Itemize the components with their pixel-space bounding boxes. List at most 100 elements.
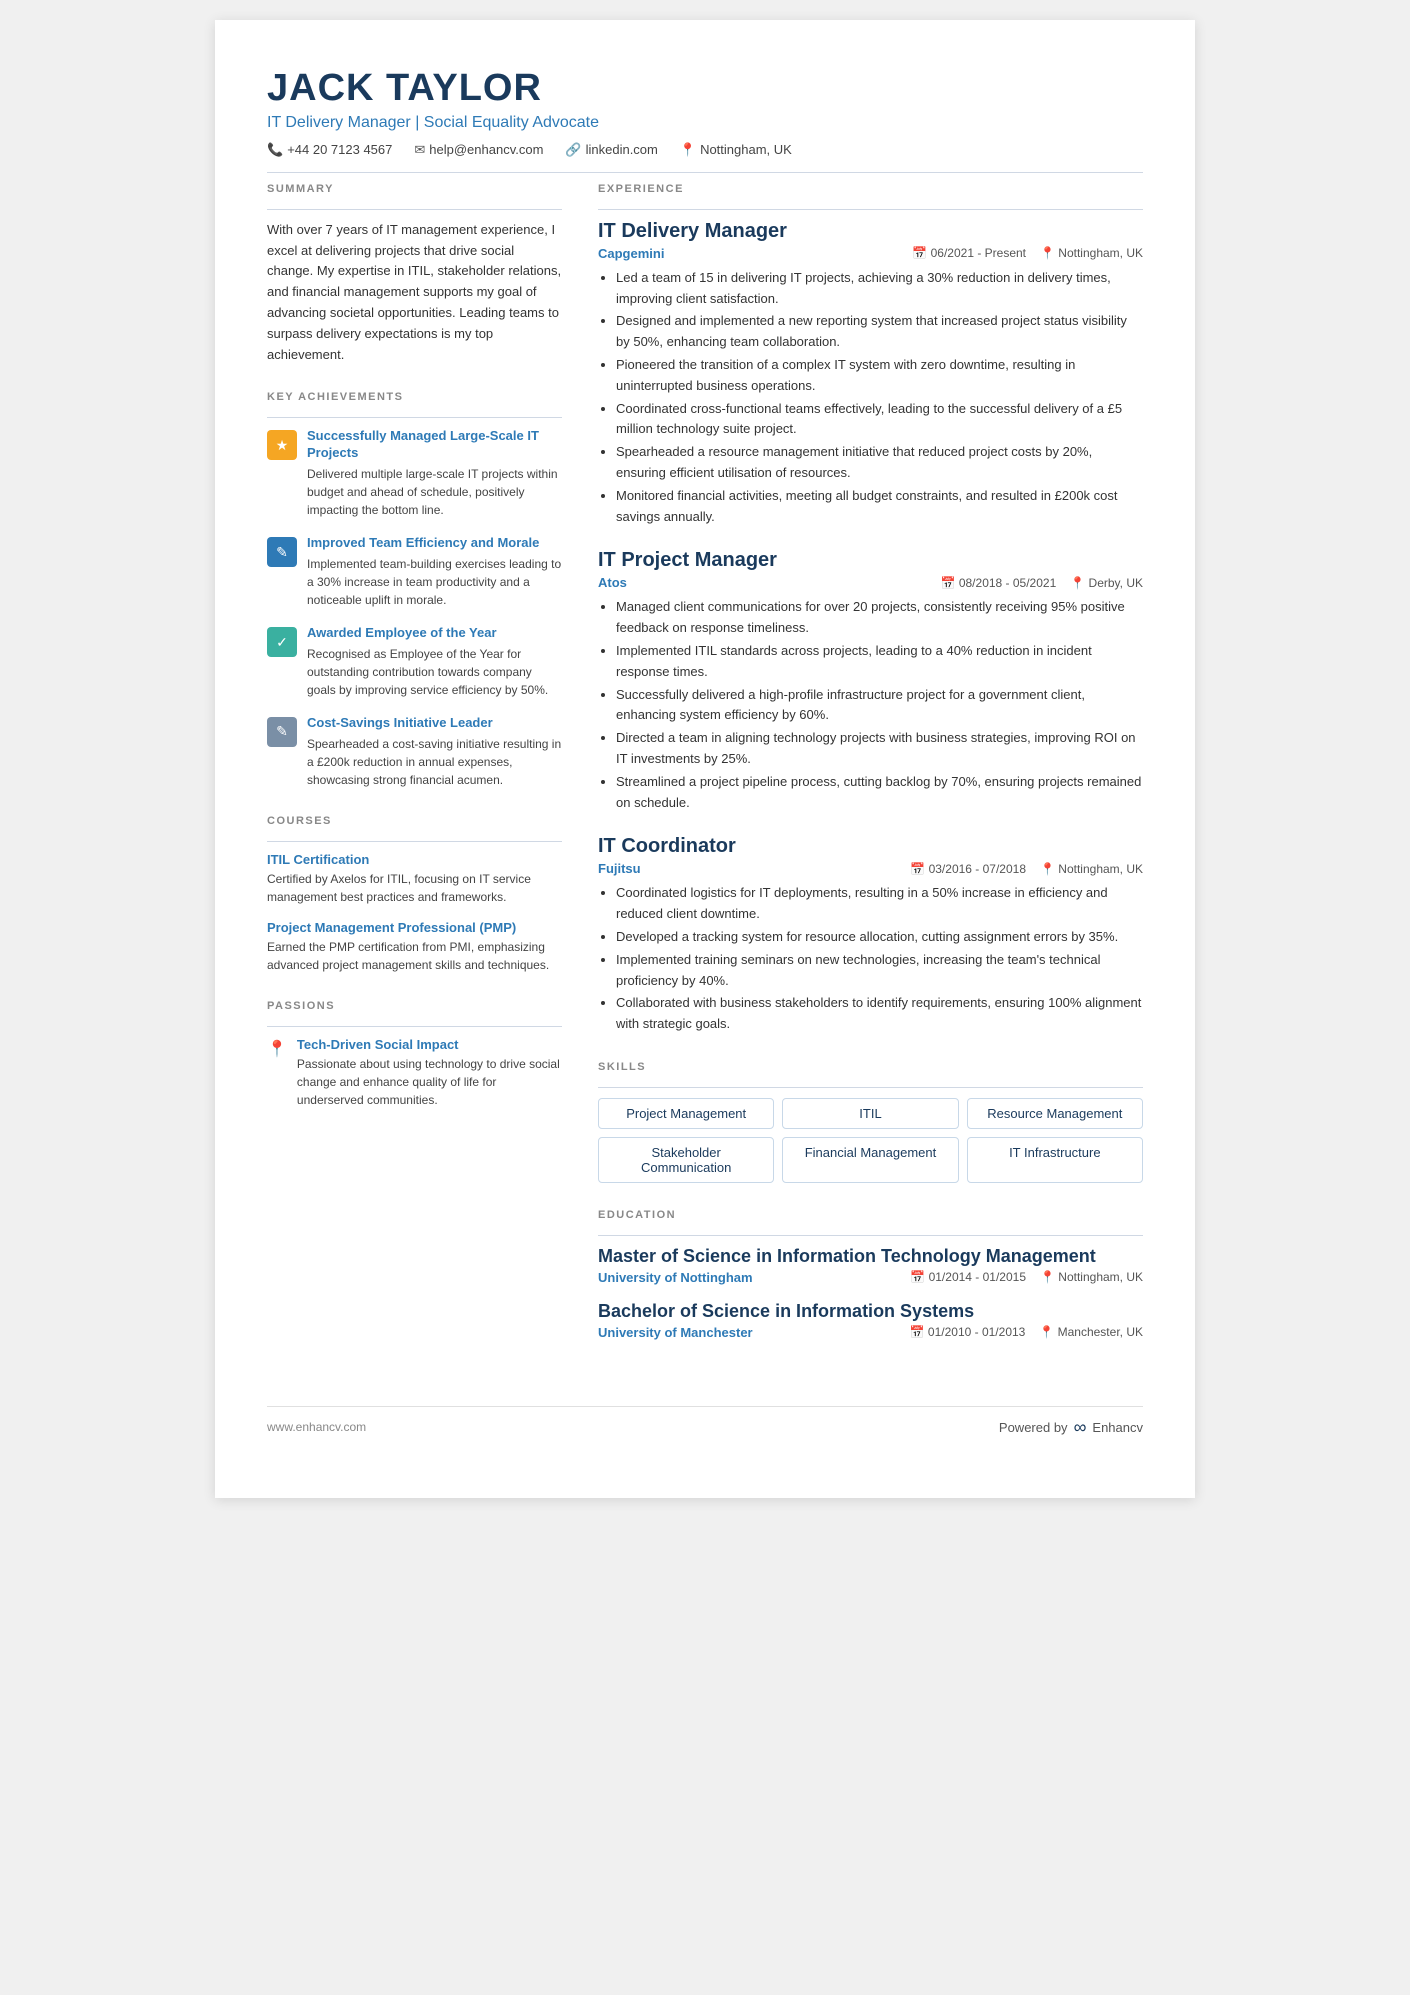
skills-grid: Project ManagementITILResource Managemen…	[598, 1098, 1143, 1183]
exp-bullets-list: Led a team of 15 in delivering IT projec…	[598, 268, 1143, 528]
exp-company: Atos	[598, 575, 627, 590]
candidate-name: JACK TAYLOR	[267, 68, 1143, 110]
skills-section: SKILLS Project ManagementITILResource Ma…	[598, 1061, 1143, 1183]
achievement-desc: Implemented team-building exercises lead…	[307, 555, 562, 609]
exp-dates: 📅 03/2016 - 07/2018	[910, 862, 1026, 876]
powered-by-text: Powered by	[999, 1420, 1068, 1435]
link-icon: 🔗	[565, 142, 581, 158]
achievement-desc: Spearheaded a cost-saving initiative res…	[307, 735, 562, 789]
skill-tag: Financial Management	[782, 1137, 958, 1183]
email-icon: ✉	[414, 142, 425, 158]
achievement-title: Awarded Employee of the Year	[307, 625, 562, 642]
exp-bullet: Designed and implemented a new reporting…	[616, 311, 1143, 353]
brand-name: Enhancv	[1092, 1420, 1143, 1435]
course-desc: Earned the PMP certification from PMI, e…	[267, 938, 562, 974]
exp-bullet: Managed client communications for over 2…	[616, 597, 1143, 639]
achievement-title: Cost-Savings Initiative Leader	[307, 715, 562, 732]
header-section: JACK TAYLOR IT Delivery Manager | Social…	[267, 68, 1143, 158]
education-divider	[598, 1235, 1143, 1236]
experience-divider	[598, 209, 1143, 210]
achievement-title: Improved Team Efficiency and Morale	[307, 535, 562, 552]
achievement-icon-wrap: ✓	[267, 627, 297, 657]
experience-item: IT Project Manager Atos 📅 08/2018 - 05/2…	[598, 549, 1143, 813]
experience-item: IT Coordinator Fujitsu 📅 03/2016 - 07/20…	[598, 835, 1143, 1035]
courses-list: ITIL Certification Certified by Axelos f…	[267, 852, 562, 974]
exp-dates-loc: 📅 08/2018 - 05/2021 📍 Derby, UK	[941, 576, 1143, 590]
passion-item: 📍 Tech-Driven Social Impact Passionate a…	[267, 1037, 562, 1109]
phone-contact: 📞 +44 20 7123 4567	[267, 142, 392, 158]
edu-location: 📍 Manchester, UK	[1039, 1325, 1143, 1339]
exp-dates-loc: 📅 06/2021 - Present 📍 Nottingham, UK	[912, 246, 1143, 260]
edu-dates-loc: 📅 01/2014 - 01/2015 📍 Nottingham, UK	[910, 1270, 1143, 1284]
edu-meta: University of Nottingham 📅 01/2014 - 01/…	[598, 1270, 1143, 1285]
course-item: Project Management Professional (PMP) Ea…	[267, 920, 562, 974]
passions-divider	[267, 1026, 562, 1027]
achievement-content: Awarded Employee of the Year Recognised …	[307, 625, 562, 699]
exp-bullets-list: Coordinated logistics for IT deployments…	[598, 883, 1143, 1035]
exp-location: 📍 Nottingham, UK	[1040, 246, 1143, 260]
achievement-icon: ✎	[276, 544, 288, 561]
achievement-icon: ✎	[276, 723, 288, 740]
exp-job-title: IT Coordinator	[598, 835, 1143, 858]
achievement-icon: ★	[276, 437, 289, 454]
achievement-icon-wrap: ✎	[267, 537, 297, 567]
exp-location: 📍 Nottingham, UK	[1040, 862, 1143, 876]
exp-bullets-list: Managed client communications for over 2…	[598, 597, 1143, 813]
education-label: EDUCATION	[598, 1209, 1143, 1221]
edu-meta: University of Manchester 📅 01/2010 - 01/…	[598, 1325, 1143, 1340]
exp-bullet: Directed a team in aligning technology p…	[616, 728, 1143, 770]
experience-label: EXPERIENCE	[598, 183, 1143, 195]
exp-bullet: Successfully delivered a high-profile in…	[616, 685, 1143, 727]
achievement-icon: ✓	[276, 634, 288, 651]
courses-section: COURSES ITIL Certification Certified by …	[267, 815, 562, 974]
achievement-content: Successfully Managed Large-Scale IT Proj…	[307, 428, 562, 519]
key-achievements-label: KEY ACHIEVEMENTS	[267, 391, 562, 403]
achievements-list: ★ Successfully Managed Large-Scale IT Pr…	[267, 428, 562, 788]
passions-list: 📍 Tech-Driven Social Impact Passionate a…	[267, 1037, 562, 1109]
location-contact: 📍 Nottingham, UK	[680, 142, 792, 158]
exp-meta: Fujitsu 📅 03/2016 - 07/2018 📍 Nottingham…	[598, 861, 1143, 876]
linkedin-contact: 🔗 linkedin.com	[565, 142, 657, 158]
passion-content: Tech-Driven Social Impact Passionate abo…	[297, 1037, 562, 1109]
exp-bullet: Led a team of 15 in delivering IT projec…	[616, 268, 1143, 310]
skills-divider	[598, 1087, 1143, 1088]
achievement-item: ✓ Awarded Employee of the Year Recognise…	[267, 625, 562, 699]
skill-tag: Resource Management	[967, 1098, 1143, 1129]
course-title: Project Management Professional (PMP)	[267, 920, 562, 935]
exp-bullet: Implemented training seminars on new tec…	[616, 950, 1143, 992]
edu-location: 📍 Nottingham, UK	[1040, 1270, 1143, 1284]
footer: www.enhancv.com Powered by ∞ Enhancv	[267, 1406, 1143, 1438]
achievement-icon-wrap: ✎	[267, 717, 297, 747]
exp-bullet: Pioneered the transition of a complex IT…	[616, 355, 1143, 397]
courses-divider	[267, 841, 562, 842]
exp-dates: 📅 06/2021 - Present	[912, 246, 1026, 260]
course-title: ITIL Certification	[267, 852, 562, 867]
right-column: EXPERIENCE IT Delivery Manager Capgemini…	[598, 183, 1143, 1366]
edu-dates: 📅 01/2010 - 01/2013	[910, 1325, 1026, 1339]
exp-bullet: Collaborated with business stakeholders …	[616, 993, 1143, 1035]
key-achievements-section: KEY ACHIEVEMENTS ★ Successfully Managed …	[267, 391, 562, 788]
edu-degree: Bachelor of Science in Information Syste…	[598, 1301, 1143, 1322]
experience-section: EXPERIENCE IT Delivery Manager Capgemini…	[598, 183, 1143, 1035]
exp-bullet: Coordinated logistics for IT deployments…	[616, 883, 1143, 925]
passion-title: Tech-Driven Social Impact	[297, 1037, 562, 1052]
left-column: SUMMARY With over 7 years of IT manageme…	[267, 183, 562, 1366]
main-layout: SUMMARY With over 7 years of IT manageme…	[267, 183, 1143, 1366]
skill-tag: IT Infrastructure	[967, 1137, 1143, 1183]
education-item: Bachelor of Science in Information Syste…	[598, 1301, 1143, 1340]
exp-bullet: Coordinated cross-functional teams effec…	[616, 399, 1143, 441]
exp-company: Fujitsu	[598, 861, 641, 876]
summary-label: SUMMARY	[267, 183, 562, 195]
achievement-desc: Recognised as Employee of the Year for o…	[307, 645, 562, 699]
achievement-item: ✎ Improved Team Efficiency and Morale Im…	[267, 535, 562, 609]
education-list: Master of Science in Information Technol…	[598, 1246, 1143, 1340]
footer-website: www.enhancv.com	[267, 1420, 366, 1434]
exp-bullet: Monitored financial activities, meeting …	[616, 486, 1143, 528]
edu-degree: Master of Science in Information Technol…	[598, 1246, 1143, 1267]
exp-company: Capgemini	[598, 246, 664, 261]
achievement-desc: Delivered multiple large-scale IT projec…	[307, 465, 562, 519]
exp-meta: Atos 📅 08/2018 - 05/2021 📍 Derby, UK	[598, 575, 1143, 590]
passion-icon: 📍	[267, 1039, 287, 1059]
contact-info: 📞 +44 20 7123 4567 ✉ help@enhancv.com 🔗 …	[267, 142, 1143, 158]
edu-school: University of Manchester	[598, 1325, 753, 1340]
